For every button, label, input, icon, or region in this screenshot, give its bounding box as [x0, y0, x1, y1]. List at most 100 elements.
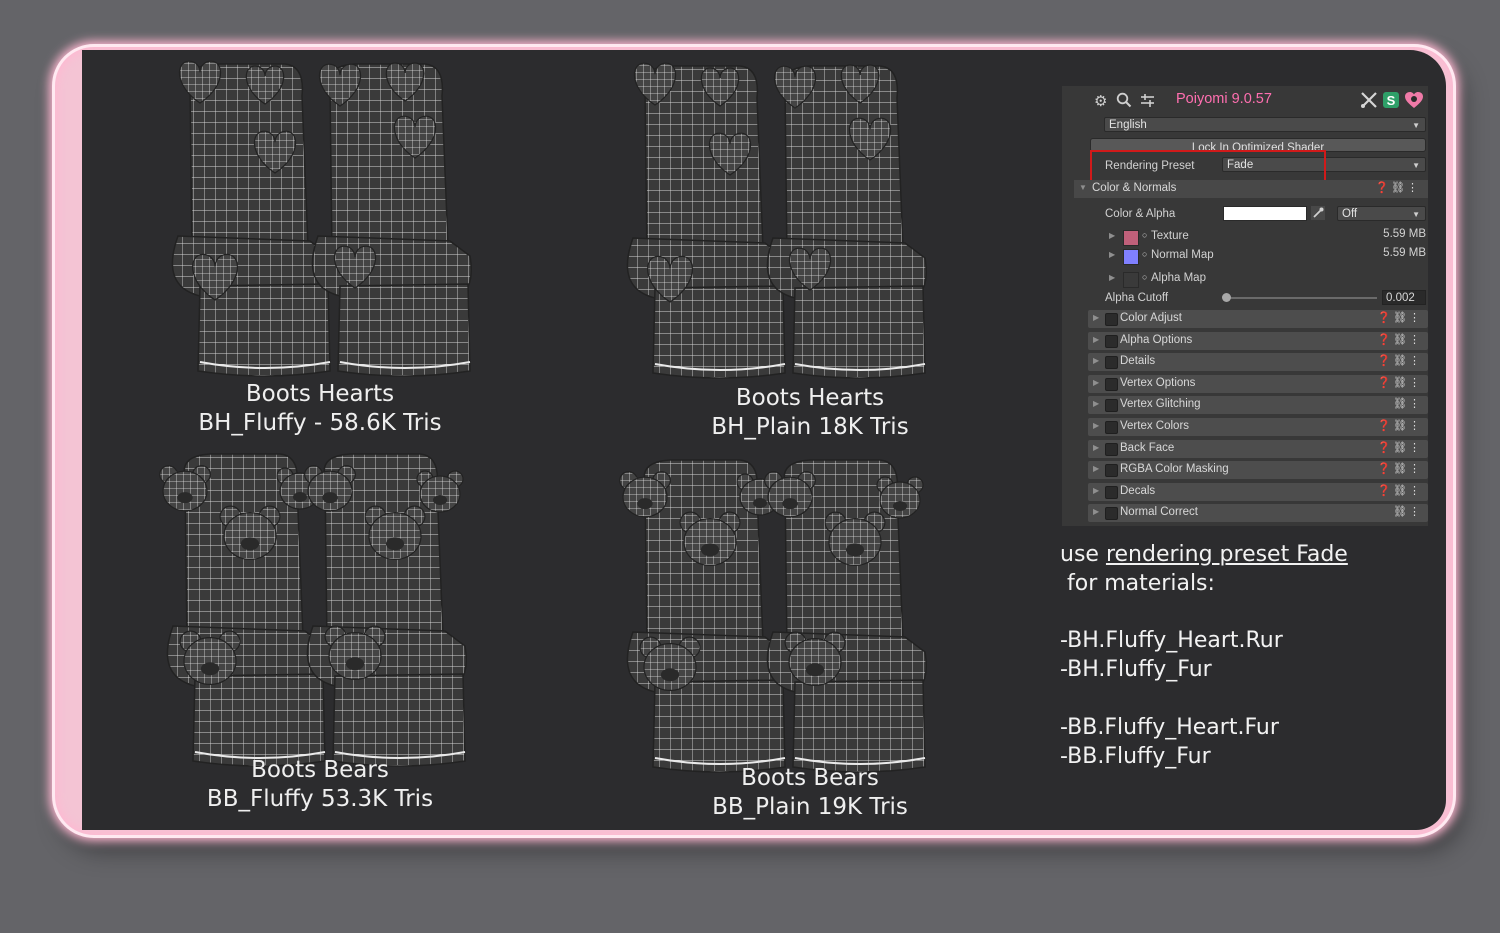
bear-snout — [753, 498, 767, 508]
highlight-box — [1090, 150, 1326, 182]
model-tri-count: BH_Fluffy - 58.6K Tris — [198, 410, 442, 436]
material-item: -BB.Fluffy_Fur — [1060, 744, 1211, 769]
section-icons[interactable]: ❓⛓⋮ — [1375, 181, 1420, 194]
bear-head — [622, 476, 668, 518]
module-header[interactable]: ▶ Vertex Options ❓⛓⋮ — [1088, 374, 1428, 393]
preset-link[interactable]: rendering preset Fade — [1106, 542, 1348, 567]
sliders-icon[interactable] — [1140, 92, 1155, 113]
bear-head — [328, 632, 382, 681]
module-toggle[interactable] — [1105, 464, 1118, 478]
module-toggle[interactable] — [1105, 485, 1118, 499]
section-color-normals[interactable]: ▼ Color & Normals ❓⛓⋮ — [1074, 180, 1428, 198]
expand-triangle-icon[interactable]: ▶ — [1109, 250, 1115, 259]
circle-icon: ○ — [1142, 249, 1148, 259]
tools-icon[interactable] — [1360, 91, 1378, 114]
slider-handle[interactable] — [1222, 293, 1232, 302]
boot-sole — [792, 679, 926, 773]
material-item: -BH.Fluffy_Fur — [1060, 657, 1212, 682]
expand-triangle-icon[interactable]: ▶ — [1093, 507, 1099, 516]
alpha-cutoff-field[interactable]: 0.002 — [1382, 290, 1426, 305]
module-header[interactable]: ▶ RGBA Color Masking ❓⛓⋮ — [1088, 461, 1428, 480]
alpha-cutoff-label: Alpha Cutoff — [1105, 292, 1169, 304]
model-name: Boots Hearts — [735, 385, 885, 411]
module-label: Color Adjust — [1120, 312, 1183, 324]
module-icons[interactable]: ❓⛓⋮ — [1377, 376, 1422, 389]
bear-snout — [293, 492, 307, 502]
expand-triangle-icon[interactable]: ▶ — [1093, 335, 1099, 344]
texture-thumbnail[interactable] — [1123, 272, 1139, 288]
bear-head — [767, 476, 813, 518]
module-header[interactable]: ▶ Decals ❓⛓⋮ — [1088, 482, 1428, 501]
bear-head — [879, 481, 921, 519]
module-icons[interactable]: ❓⛓⋮ — [1377, 333, 1422, 346]
texture-row[interactable]: ▶ ○ Normal Map 5.59 MB — [1062, 247, 1428, 266]
module-icons[interactable]: ❓⛓⋮ — [1377, 311, 1422, 324]
texture-row[interactable]: ▶ ○ Texture 5.59 MB — [1062, 228, 1428, 247]
eyedropper-icon[interactable] — [1311, 206, 1325, 220]
module-toggle[interactable] — [1105, 399, 1118, 413]
module-toggle[interactable] — [1105, 421, 1118, 434]
boots-model-render — [619, 459, 927, 773]
module-header[interactable]: ▶ Details ❓⛓⋮ — [1088, 353, 1428, 372]
circle-icon: ○ — [1142, 272, 1148, 282]
expand-triangle-icon[interactable]: ▶ — [1093, 464, 1099, 473]
module-toggle[interactable] — [1105, 356, 1118, 370]
model-name: Boots Bears — [251, 757, 389, 783]
module-label: Back Face — [1120, 441, 1175, 454]
bear-snout — [637, 498, 653, 510]
alpha-mode-dropdown[interactable]: Off ▼ — [1337, 206, 1426, 221]
expand-triangle-icon[interactable]: ▶ — [1093, 313, 1099, 322]
shader-icon[interactable]: S — [1382, 91, 1400, 114]
collapse-triangle-icon: ▼ — [1079, 183, 1087, 192]
texture-thumbnail[interactable] — [1123, 230, 1139, 246]
module-header[interactable]: ▶ Color Adjust ❓⛓⋮ — [1088, 310, 1428, 328]
expand-triangle-icon[interactable]: ▶ — [1093, 486, 1099, 495]
expand-triangle-icon[interactable]: ▶ — [1093, 421, 1099, 430]
module-icons[interactable]: ❓⛓⋮ — [1377, 419, 1422, 432]
module-header[interactable]: ▶ Vertex Glitching ⛓⋮ — [1088, 396, 1428, 415]
module-label: Details — [1120, 355, 1156, 368]
search-icon[interactable] — [1116, 92, 1132, 113]
texture-thumbnail[interactable] — [1123, 249, 1139, 265]
bear-head — [828, 517, 882, 566]
language-dropdown[interactable]: English ▼ — [1104, 117, 1426, 132]
model-tri-count: BH_Plain 18K Tris — [711, 414, 909, 440]
module-label: RGBA Color Masking — [1120, 463, 1229, 476]
color-swatch[interactable] — [1223, 206, 1307, 221]
expand-triangle-icon[interactable]: ▶ — [1093, 356, 1099, 365]
module-toggle[interactable] — [1105, 334, 1118, 348]
module-header[interactable]: ▶ Back Face ❓⛓⋮ — [1088, 439, 1428, 458]
expand-triangle-icon[interactable]: ▶ — [1093, 378, 1099, 387]
module-icons[interactable]: ❓⛓⋮ — [1377, 462, 1422, 475]
model-tri-count: BB_Plain 19K Tris — [712, 794, 908, 820]
module-icons[interactable]: ⛓⋮ — [1393, 505, 1422, 518]
module-icons[interactable]: ❓⛓⋮ — [1377, 484, 1422, 497]
bear-head — [788, 638, 842, 687]
expand-triangle-icon[interactable]: ▶ — [1093, 443, 1099, 452]
boot-sole — [792, 285, 926, 379]
expand-triangle-icon[interactable]: ▶ — [1093, 399, 1099, 408]
module-toggle[interactable] — [1105, 507, 1118, 521]
module-header[interactable]: ▶ Vertex Colors ❓⛓⋮ — [1088, 418, 1428, 436]
module-toggle[interactable] — [1105, 442, 1118, 456]
module-toggle[interactable] — [1105, 377, 1118, 391]
expand-triangle-icon[interactable]: ▶ — [1109, 231, 1115, 240]
texture-row[interactable]: ▶ ○ Alpha Map — [1062, 271, 1428, 289]
module-header[interactable]: ▶ Normal Correct ⛓⋮ — [1088, 504, 1428, 523]
bear-head — [419, 475, 461, 513]
module-icons[interactable]: ⛓⋮ — [1393, 397, 1422, 410]
boot-sole — [652, 679, 786, 773]
bear-snout — [240, 537, 260, 551]
model-caption: Boots Hearts BH_Plain 18K Tris — [600, 384, 1020, 442]
heart-icon[interactable] — [1404, 91, 1424, 114]
module-toggle[interactable] — [1105, 313, 1118, 326]
texture-label: Alpha Map — [1151, 272, 1206, 284]
gear-icon[interactable]: ⚙ — [1094, 93, 1107, 111]
module-icons[interactable]: ❓⛓⋮ — [1377, 441, 1422, 454]
expand-triangle-icon[interactable]: ▶ — [1109, 273, 1115, 282]
bear-snout — [782, 498, 798, 510]
module-header[interactable]: ▶ Alpha Options ❓⛓⋮ — [1088, 331, 1428, 350]
alpha-cutoff-slider[interactable] — [1227, 297, 1377, 299]
module-icons[interactable]: ❓⛓⋮ — [1377, 354, 1422, 367]
bear-head — [368, 511, 422, 560]
